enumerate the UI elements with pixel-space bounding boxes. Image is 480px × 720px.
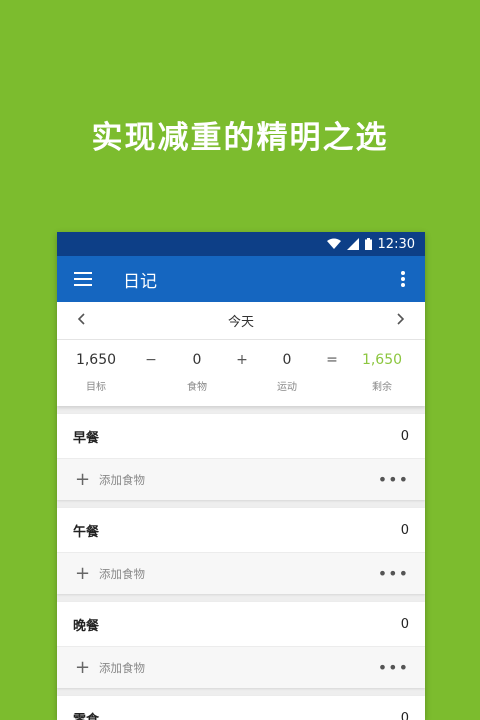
meal-calories: 0 [400, 710, 409, 720]
summary-exercise: 0 运动 [257, 352, 317, 393]
signal-icon [346, 238, 359, 250]
equals-operator: = [326, 352, 338, 368]
exercise-label: 运动 [277, 382, 297, 393]
status-time: 12:30 [377, 236, 415, 252]
food-value: 0 [192, 352, 202, 368]
meal-name: 零食 [73, 712, 100, 720]
next-day-button[interactable] [397, 312, 405, 329]
chevron-right-icon [397, 312, 405, 325]
plus-icon: + [75, 468, 91, 490]
more-horiz-icon[interactable]: ••• [378, 470, 409, 489]
meal-snacks: 零食 0 [57, 696, 425, 720]
date-navigator: 今天 [57, 302, 425, 340]
date-label[interactable]: 今天 [228, 311, 254, 330]
meal-header[interactable]: 午餐 0 [57, 508, 425, 552]
exercise-value: 0 [282, 352, 292, 368]
meal-header[interactable]: 早餐 0 [57, 414, 425, 458]
remaining-label: 剩余 [372, 382, 392, 393]
status-bar: 12:30 [57, 232, 425, 256]
add-food-label: 添加食物 [99, 566, 145, 581]
goal-value: 1,650 [75, 352, 117, 368]
minus-operator: − [145, 352, 157, 368]
meal-breakfast: 早餐 0 + 添加食物 ••• [57, 414, 425, 500]
more-vert-icon[interactable] [393, 267, 413, 291]
meal-header[interactable]: 晚餐 0 [57, 602, 425, 646]
meal-calories: 0 [400, 616, 409, 632]
meal-name: 晚餐 [73, 618, 100, 634]
calorie-summary: 1,650 目标 − 0 食物 + 0 运动 = 1,650 剩余 [57, 340, 425, 406]
summary-food: 0 食物 [167, 352, 227, 393]
meal-lunch: 午餐 0 + 添加食物 ••• [57, 508, 425, 594]
meal-header[interactable]: 零食 0 [57, 696, 425, 720]
promo-headline: 实现减重的精明之选 [91, 120, 389, 156]
app-bar: 日记 [57, 256, 425, 302]
meal-name: 早餐 [73, 430, 100, 446]
add-food-label: 添加食物 [99, 472, 145, 487]
food-label: 食物 [187, 382, 207, 393]
meal-calories: 0 [400, 428, 409, 444]
add-food-row[interactable]: + 添加食物 ••• [57, 458, 425, 500]
summary-goal: 1,650 目标 [57, 352, 135, 393]
prev-day-button[interactable] [77, 312, 85, 329]
phone-screen: 12:30 日记 今天 1,650 目标 − 0 食物 + 0 运动 = 1,6… [57, 232, 425, 720]
add-food-row[interactable]: + 添加食物 ••• [57, 646, 425, 688]
goal-label: 目标 [86, 382, 106, 393]
meal-name: 午餐 [73, 524, 100, 540]
meal-calories: 0 [400, 522, 409, 538]
menu-icon[interactable] [71, 267, 95, 291]
chevron-left-icon [77, 312, 85, 325]
add-food-row[interactable]: + 添加食物 ••• [57, 552, 425, 594]
plus-operator: + [236, 352, 248, 368]
plus-icon: + [75, 562, 91, 584]
more-horiz-icon[interactable]: ••• [378, 658, 409, 677]
battery-icon [364, 238, 372, 250]
remaining-value: 1,650 [361, 352, 403, 368]
plus-icon: + [75, 656, 91, 678]
summary-remaining: 1,650 剩余 [347, 352, 417, 393]
meal-dinner: 晚餐 0 + 添加食物 ••• [57, 602, 425, 688]
add-food-label: 添加食物 [99, 660, 145, 675]
wifi-icon [326, 238, 341, 250]
more-horiz-icon[interactable]: ••• [378, 564, 409, 583]
app-title: 日记 [123, 271, 157, 292]
